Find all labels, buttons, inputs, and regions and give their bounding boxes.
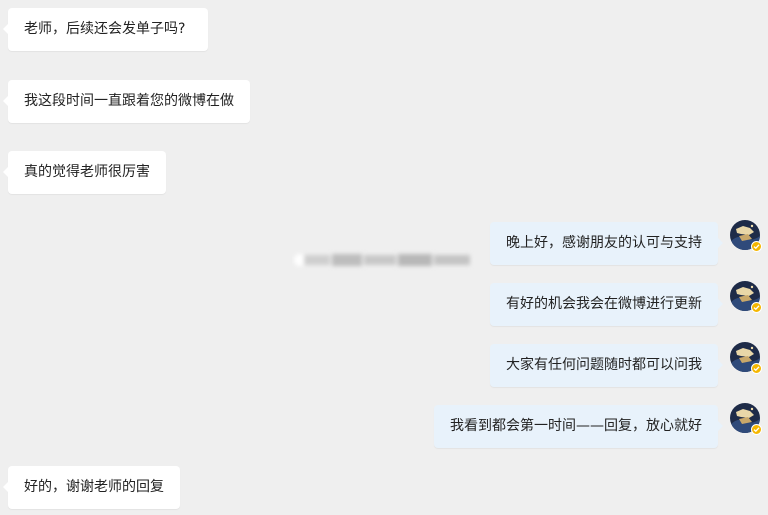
message-bubble-outgoing: 我看到都会第一时间——回复，放心就好 xyxy=(434,405,723,448)
message-bubble-outgoing: 大家有任何问题随时都可以问我 xyxy=(490,344,723,387)
avatar[interactable] xyxy=(730,403,762,435)
message-bubble-incoming: 我这段时间一直跟着您的微博在做 xyxy=(3,80,250,123)
verified-badge-icon xyxy=(751,302,762,313)
avatar[interactable] xyxy=(730,220,762,252)
message-bubble-outgoing: 有好的机会我会在微博进行更新 xyxy=(490,283,723,326)
redacted-blur xyxy=(292,249,474,271)
message-bubble-incoming: 好的，谢谢老师的回复 xyxy=(3,466,180,509)
message-bubble-outgoing: 晚上好，感谢朋友的认可与支持 xyxy=(490,222,723,265)
avatar[interactable] xyxy=(730,342,762,374)
verified-badge-icon xyxy=(751,241,762,252)
verified-badge-icon xyxy=(751,424,762,435)
message-bubble-incoming: 真的觉得老师很厉害 xyxy=(3,151,166,194)
message-bubble-incoming: 老师，后续还会发单子吗? xyxy=(3,8,208,51)
avatar[interactable] xyxy=(730,281,762,313)
verified-badge-icon xyxy=(751,363,762,374)
